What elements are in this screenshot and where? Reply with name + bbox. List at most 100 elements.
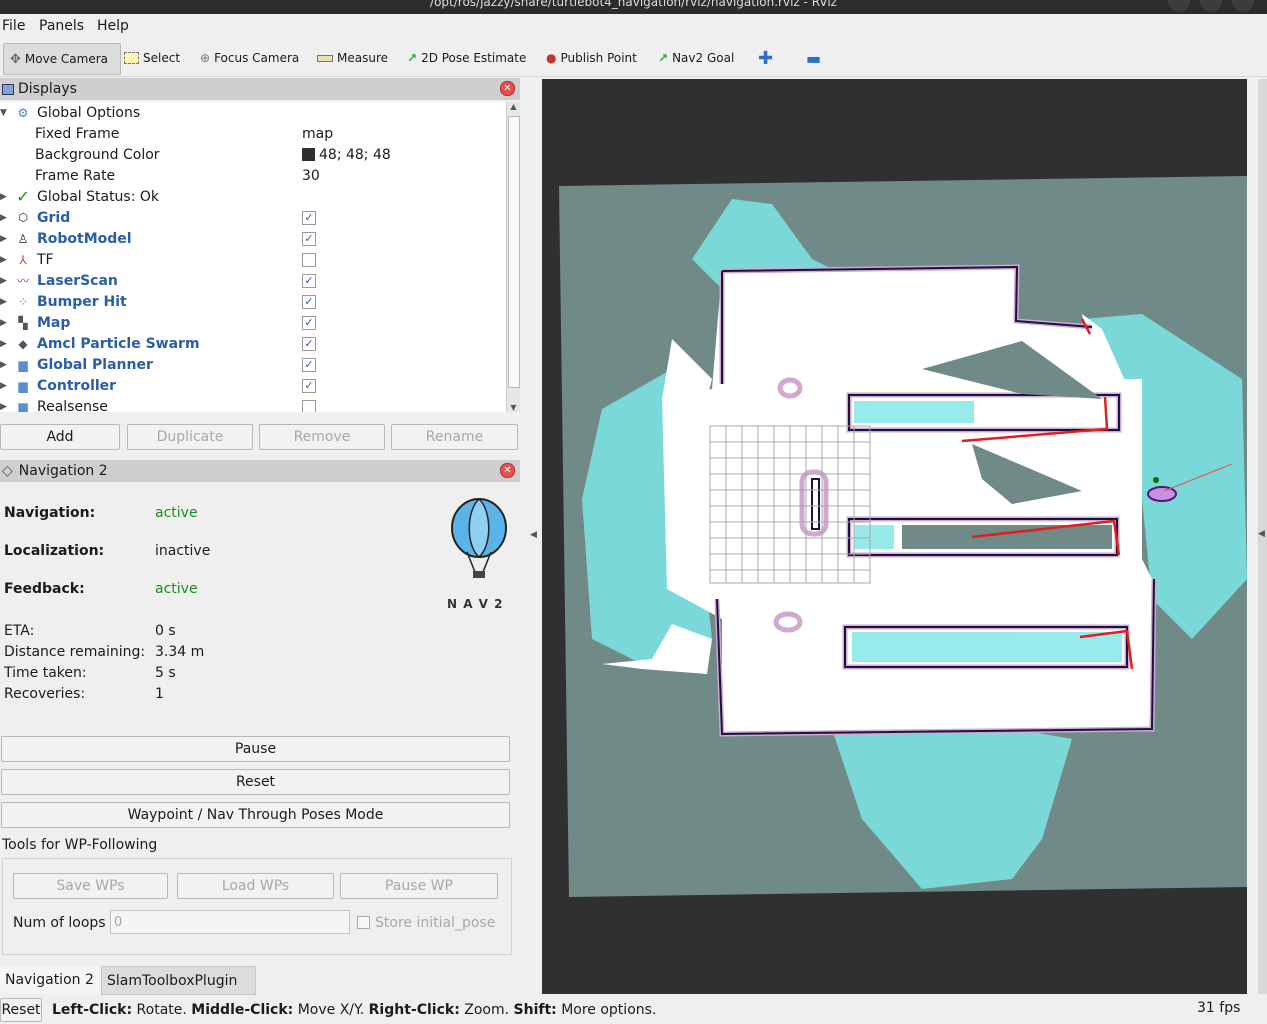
frame-rate-value[interactable]: 30 <box>302 168 320 184</box>
collapse-left-icon[interactable]: ◀ <box>530 530 537 540</box>
render-viewport[interactable] <box>542 79 1247 994</box>
background-color-value[interactable]: 48; 48; 48 <box>302 147 391 163</box>
fps-counter: 31 fps <box>1197 1000 1241 1016</box>
tree-row-global-options[interactable]: ▼ ⚙ Global Options <box>0 102 506 123</box>
maximize-button[interactable] <box>1200 0 1222 12</box>
plus-icon: ✚ <box>758 47 774 69</box>
remove-tool-button[interactable]: ▬ <box>806 43 821 73</box>
nav2-title: Navigation 2 <box>18 463 108 479</box>
display-checkbox[interactable]: ✓ <box>302 273 316 288</box>
display-label: TF <box>37 251 54 268</box>
recoveries-label: Recoveries: <box>4 686 86 702</box>
tree-row-global-status[interactable]: ▶ ✓ Global Status: Ok <box>0 186 506 207</box>
displays-scrollbar[interactable]: ▲ ▼ <box>506 102 520 412</box>
fixed-frame-label: Fixed Frame <box>35 125 120 142</box>
display-label: Global Planner <box>37 356 153 373</box>
display-checkbox[interactable] <box>302 399 316 412</box>
minimize-button[interactable] <box>1168 0 1190 12</box>
tree-row-amcl[interactable]: ▶ ◆ Amcl Particle Swarm ✓ <box>0 333 506 354</box>
publish-point-label: Publish Point <box>560 51 637 65</box>
scroll-down-icon[interactable]: ▼ <box>507 403 520 412</box>
display-checkbox[interactable]: ✓ <box>302 378 316 393</box>
recoveries-value: 1 <box>155 686 164 702</box>
folder-icon: ▆ <box>18 399 28 413</box>
tree-row-controller[interactable]: ▶ ▆ Controller ✓ <box>0 375 506 396</box>
close-window-button[interactable] <box>1232 0 1254 12</box>
hint-middle-click: Middle-Click: <box>191 1002 294 1018</box>
tree-row-robotmodel[interactable]: ▶ ♙ RobotModel ✓ <box>0 228 506 249</box>
hint-more: More options. <box>561 1002 657 1018</box>
nav2-balloon-logo <box>451 497 507 578</box>
tree-row-laserscan[interactable]: ▶ 〰 LaserScan ✓ <box>0 270 506 291</box>
status-reset-button[interactable]: Reset <box>0 998 42 1022</box>
nav2-goal-tool[interactable]: ↗ Nav2 Goal <box>658 43 734 73</box>
right-dock-collapsed[interactable]: ◀ <box>1258 79 1267 994</box>
display-checkbox[interactable]: ✓ <box>302 231 316 246</box>
collapse-right-icon[interactable]: ◀ <box>1258 529 1265 539</box>
tools-toolbar: ✥ Move Camera Select ⊕ Focus Camera Meas… <box>0 40 1267 77</box>
load-wps-button[interactable]: Load WPs <box>177 873 334 899</box>
save-wps-button[interactable]: Save WPs <box>13 873 168 899</box>
displays-close-button[interactable]: ✕ <box>500 81 515 96</box>
displays-panel-header: Displays ✕ <box>0 78 520 100</box>
tree-row-tf[interactable]: ▶ ⅄ TF <box>0 249 506 270</box>
reset-button[interactable]: Reset <box>1 769 510 795</box>
store-initial-pose-checkbox[interactable] <box>357 916 370 929</box>
scroll-thumb[interactable] <box>508 116 520 388</box>
publish-point-tool[interactable]: ● Publish Point <box>546 43 637 73</box>
select-label: Select <box>143 51 181 65</box>
display-label: Realsense <box>37 398 108 413</box>
remove-display-button[interactable]: Remove <box>259 424 385 450</box>
num-loops-input[interactable]: 0 <box>110 910 350 934</box>
scroll-up-icon[interactable]: ▲ <box>507 102 520 111</box>
display-checkbox[interactable] <box>302 252 316 267</box>
tree-row-grid[interactable]: ▶ ⬡ Grid ✓ <box>0 207 506 228</box>
menu-file[interactable]: File <box>2 18 25 34</box>
tab-slam-toolbox[interactable]: SlamToolboxPlugin <box>101 966 256 995</box>
tree-row-map[interactable]: ▶ ▚ Map ✓ <box>0 312 506 333</box>
pose-array-icon: ◆ <box>18 336 28 351</box>
tab-navigation-2[interactable]: Navigation 2 <box>0 966 99 993</box>
pose-estimate-tool[interactable]: ↗ 2D Pose Estimate <box>407 43 526 73</box>
expand-right-icon: ▶ <box>0 401 7 412</box>
tree-row-frame-rate[interactable]: Frame Rate 30 <box>0 165 506 186</box>
menu-bar: File Panels Help <box>0 14 1267 38</box>
localization-label: Localization: <box>4 543 105 559</box>
duplicate-display-button[interactable]: Duplicate <box>127 424 253 450</box>
pause-button[interactable]: Pause <box>1 736 510 762</box>
display-label: Controller <box>37 377 117 394</box>
move-camera-tool[interactable]: ✥ Move Camera <box>3 43 121 75</box>
tree-row-global-planner[interactable]: ▶ ▆ Global Planner ✓ <box>0 354 506 375</box>
monitor-icon <box>2 83 14 95</box>
hint-move: Move X/Y. <box>297 1002 365 1018</box>
nav2-panel-header: ◇ Navigation 2 ✕ <box>0 460 520 482</box>
pause-wp-button[interactable]: Pause WP <box>340 873 498 899</box>
tree-row-background-color[interactable]: Background Color 48; 48; 48 <box>0 144 506 165</box>
measure-tool[interactable]: Measure <box>317 43 388 73</box>
tree-row-realsense[interactable]: ▶ ▆ Realsense <box>0 396 506 412</box>
display-checkbox[interactable]: ✓ <box>302 336 316 351</box>
tree-row-bumper-hit[interactable]: ▶ ⁘ Bumper Hit ✓ <box>0 291 506 312</box>
nav2-goal-label: Nav2 Goal <box>672 51 735 65</box>
display-checkbox[interactable]: ✓ <box>302 210 316 225</box>
add-tool-button[interactable]: ✚ <box>758 43 773 73</box>
add-display-button[interactable]: Add <box>0 424 120 450</box>
tree-row-fixed-frame[interactable]: Fixed Frame map <box>0 123 506 144</box>
wp-tools-label: Tools for WP-Following <box>2 837 158 853</box>
rename-display-button[interactable]: Rename <box>391 424 518 450</box>
navigation-value: active <box>155 505 198 521</box>
menu-help[interactable]: Help <box>97 18 129 34</box>
select-tool[interactable]: Select <box>124 43 180 73</box>
menu-panels[interactable]: Panels <box>39 18 84 34</box>
nav2-close-button[interactable]: ✕ <box>500 463 515 478</box>
waypoint-mode-button[interactable]: Waypoint / Nav Through Poses Mode <box>1 802 510 828</box>
fixed-frame-value[interactable]: map <box>302 126 333 142</box>
display-checkbox[interactable]: ✓ <box>302 357 316 372</box>
focus-camera-tool[interactable]: ⊕ Focus Camera <box>200 43 299 73</box>
expand-right-icon: ▶ <box>0 254 7 265</box>
move-camera-icon: ✥ <box>10 51 21 67</box>
display-checkbox[interactable]: ✓ <box>302 294 316 309</box>
display-checkbox[interactable]: ✓ <box>302 315 316 330</box>
display-label: LaserScan <box>37 272 118 289</box>
display-label: Map <box>37 314 71 331</box>
